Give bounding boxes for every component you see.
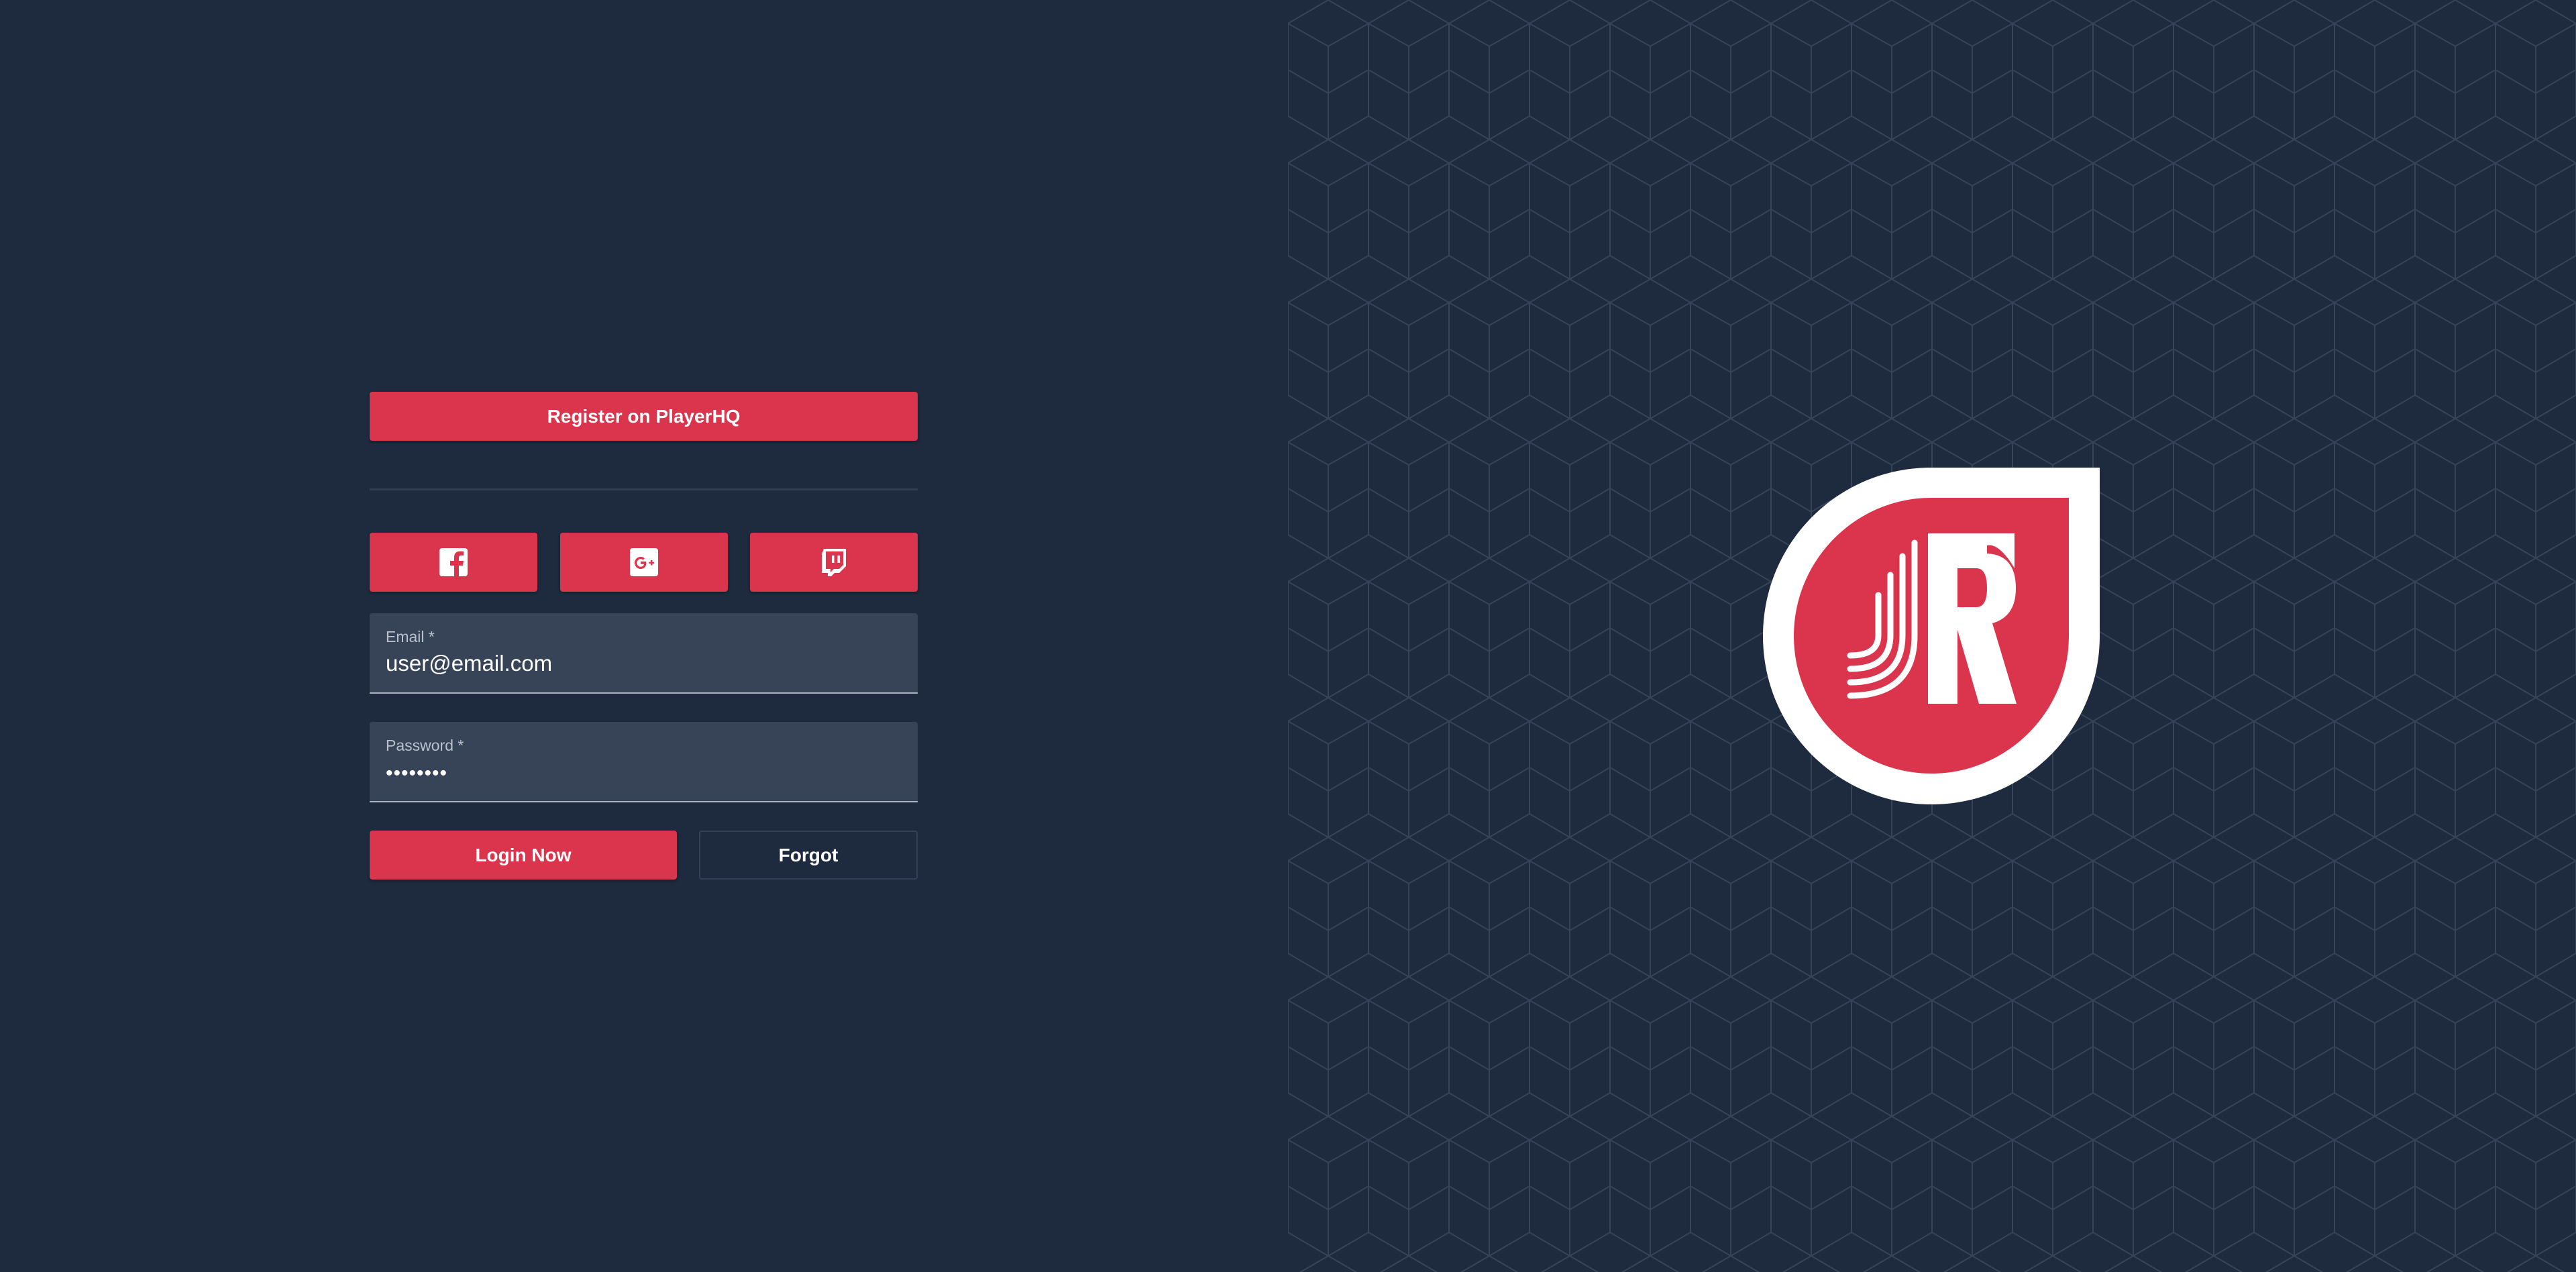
google-plus-login-button[interactable] [560, 533, 728, 592]
email-label: Email * [386, 628, 435, 645]
password-label: Password * [386, 737, 464, 754]
password-input[interactable]: •••••••• [386, 762, 447, 785]
password-field[interactable]: Password * •••••••• [370, 722, 918, 802]
twitch-login-button[interactable] [750, 533, 918, 592]
google-plus-icon [630, 548, 658, 576]
forgot-button[interactable]: Forgot [699, 831, 918, 880]
divider [370, 488, 918, 490]
email-field[interactable]: Email * user@email.com [370, 613, 918, 694]
register-button[interactable]: Register on PlayerHQ [370, 392, 918, 441]
login-panel: Register on PlayerHQ Email * user@email.… [0, 0, 1288, 1272]
email-input[interactable]: user@email.com [386, 651, 552, 676]
brand-logo-icon [1763, 468, 2100, 804]
login-button[interactable]: Login Now [370, 831, 677, 880]
brand-panel [1288, 0, 2576, 1272]
facebook-login-button[interactable] [370, 533, 537, 592]
facebook-icon [439, 548, 468, 576]
twitch-icon [822, 549, 846, 576]
